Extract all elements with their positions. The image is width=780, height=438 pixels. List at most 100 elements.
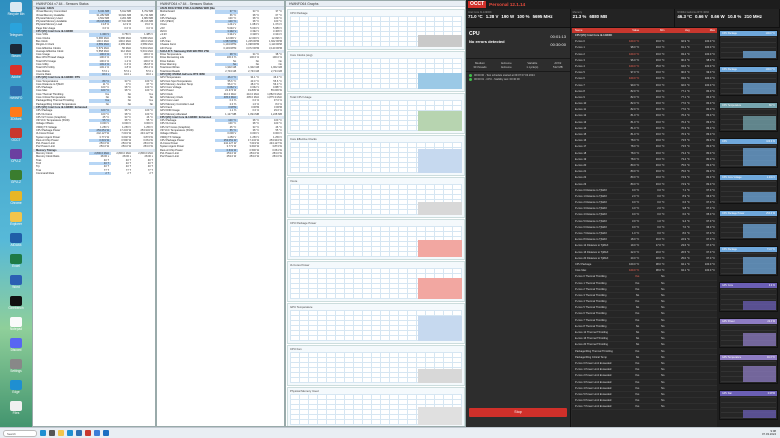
hwinfo-sensor-list[interactable]: System: ASUS Virtual Memory Committed 6,34… (33, 7, 155, 176)
sensor-row[interactable]: PL2 Power Limit 253.0 W 253.0 W 253.0 W (157, 155, 284, 158)
desktop-icon[interactable]: Explorer (3, 212, 29, 232)
sensor-value: 253.0 W (249, 155, 260, 159)
mini-graph[interactable]: GPU Core 0.0 % (719, 282, 778, 312)
desktop-icon[interactable]: Edge (3, 380, 29, 400)
hardware-values: 71.0 °C 1.28 V 190 W 100 % 5695 MHz (468, 14, 568, 19)
sensor-value: 67.0 °C (706, 256, 715, 260)
sensor-name: P-core 1 (575, 46, 585, 50)
mini-graph[interactable]: CPU Package 71.0 °C (719, 246, 778, 276)
sensor-value: 22.9 °C (681, 238, 690, 242)
mini-graph[interactable]: CPU Package 100.0 °C (719, 66, 778, 96)
occt-icon[interactable] (85, 430, 91, 436)
sensor-value (692, 380, 717, 385)
desktop-icon[interactable]: Excel (3, 254, 29, 274)
desktop-icon[interactable]: 3DMark (3, 107, 29, 127)
mini-graph[interactable]: CPU Package 100.0 °C (719, 30, 778, 60)
desktop-icon[interactable]: Recycle Bin (3, 2, 29, 22)
mini-graph[interactable]: CPU Temperature 66 °C (719, 102, 778, 132)
desktop-icon[interactable]: Word (3, 275, 29, 295)
sensor-value: No (661, 349, 665, 353)
sensor-value (667, 330, 692, 335)
task-view-icon[interactable] (49, 430, 55, 436)
hwinfo-sensor-list-2[interactable]: ASUS ROG STRIX Z790-A GAMING WIFI (Nuvot… (157, 7, 284, 159)
sensor-name: P-core 5 Power Limit Exceeded (575, 392, 612, 396)
mail-icon[interactable] (103, 430, 109, 436)
graph-panel: CPU Fan (287, 345, 465, 386)
occt-window[interactable]: OCCT Personal 12.1.14 Intel Core i9-1490… (466, 0, 780, 427)
desktop-icon[interactable]: OCCT (3, 128, 29, 148)
sensor-value: 81.0 °C (630, 126, 640, 130)
desktop-icon[interactable]: Files (3, 401, 29, 421)
mini-graph-value: 46.3 °C (767, 356, 775, 359)
mini-graph[interactable]: GPU Temperature 46.3 °C (719, 354, 778, 384)
sensor-value: 3,072 RPM (246, 46, 260, 50)
mini-graph[interactable]: GPU Fan 0 RPM (719, 390, 778, 420)
hardware-value: 1.28 V (485, 14, 499, 19)
sensor-name: E-core 20 Distance to TjMAX (575, 256, 609, 260)
desktop-icon[interactable]: Settings (3, 359, 29, 379)
desktop-icon[interactable]: Chrome (3, 191, 29, 211)
cpu-test-card[interactable]: CPU No errors detected 00:01:13 00:30:00 (466, 28, 570, 59)
store-icon[interactable] (94, 430, 100, 436)
hwinfo-window[interactable]: HWiNFO64 v7.64 - Sensors Status System: … (32, 0, 156, 427)
sensor-value: 33.0 °C (655, 163, 665, 167)
occt-sensor-table[interactable]: Name Value Min Avg Max CPU [#0]: Intel Core … (572, 28, 717, 427)
desktop-icon[interactable]: HWiNFO (3, 86, 29, 106)
desktop-icon[interactable]: Notepad (3, 317, 29, 337)
desktop-icon[interactable]: Adobe (3, 65, 29, 85)
desktop-icon-label: Recycle Bin (7, 12, 25, 16)
desktop-icon[interactable]: AIDA64 (3, 233, 29, 253)
sensor-row[interactable]: Command Rate 2 T 2 T 2 T (33, 171, 155, 176)
log-text: 00:00:01 - CPU - Stability test: 00:30:0… (474, 78, 520, 82)
desktop-icon-label: CPU-Z (11, 159, 21, 163)
sensor-value: No (661, 368, 665, 372)
desktop-icon[interactable]: Telegram (3, 23, 29, 43)
mini-graph-series (743, 224, 776, 238)
sensor-value: 80.0 °C (706, 157, 715, 161)
mini-graph-plot (721, 109, 776, 130)
graph-title: CPU Package (290, 11, 308, 15)
mini-graph[interactable]: GPU Power 22.4 W (719, 318, 778, 348)
sensor-name: P-core 2 Distance to TjMAX (575, 201, 607, 205)
sensor-value: 81.0 °C (630, 114, 640, 118)
sensor-name: E-core 8 Thermal Throttling (575, 324, 607, 328)
table-row[interactable]: P-core 7 Power Limit Exceeded Yes No (572, 404, 717, 411)
sensor-value: 2 T (89, 171, 112, 176)
mini-graph[interactable]: CPU Package Power 253.0 W (719, 210, 778, 240)
sensor-value: No (635, 337, 640, 341)
edge-icon[interactable] (67, 430, 73, 436)
mini-graph-header: GPU Temperature 46.3 °C (720, 355, 777, 360)
sensor-name: E-core 12 Distance to TjMAX (575, 244, 609, 248)
hwinfo-icon[interactable] (76, 430, 82, 436)
stop-button[interactable]: Stop (469, 408, 567, 417)
config-value: Extreme (501, 65, 512, 69)
explorer-icon[interactable] (58, 430, 64, 436)
sensor-value: 91.1 °C (681, 46, 690, 50)
windows-start-icon[interactable] (40, 430, 46, 436)
sensor-value: 0.0 % (102, 26, 110, 30)
desktop-icon-label: OCCT (11, 138, 21, 142)
mini-graph[interactable]: CPU 100.0 % (719, 138, 778, 168)
search-input[interactable]: Search (3, 429, 37, 437)
desktop-icon[interactable]: CPU-Z (3, 149, 29, 169)
sensor-value (692, 361, 717, 366)
sensor-value: 76.4 °C (681, 120, 690, 124)
desktop-icon[interactable]: Cinebench (3, 296, 29, 316)
mini-graph[interactable]: CPU Core Voltage 1.241 V (719, 174, 778, 204)
sensor-value: 84.0 °C (706, 102, 715, 106)
mini-graph-header: CPU Package Power 253.0 W (720, 211, 777, 216)
log-entry: 00:00:01 - CPU - Stability test: 00:30:0… (469, 78, 567, 82)
desktop-icon[interactable]: Steam (3, 44, 29, 64)
desktop-icon[interactable]: Discord (3, 338, 29, 358)
desktop-icon[interactable]: GPU-Z (3, 170, 29, 190)
mini-graph-label: GPU Temperature (722, 356, 742, 359)
hwinfo-window-2[interactable]: HWiNFO64 v7.64 - Sensors Status ASUS ROG… (156, 0, 285, 427)
sensor-value: 80.0 °C (630, 163, 640, 167)
sensor-value: Yes (635, 281, 640, 285)
sensor-value: 100.0 °C (704, 77, 715, 81)
sensor-name: E-core 16 Thermal Throttling (575, 337, 608, 341)
sensor-value: No (661, 399, 665, 403)
clock[interactable]: 9:08 07.03.2024 (762, 429, 776, 437)
test-log: 00:00:00 - Test schedule started at 09:0… (466, 72, 570, 84)
hwinfo-graphs-window[interactable]: HWiNFO64 Graphs CPU Package Core Clocks (… (285, 0, 466, 427)
